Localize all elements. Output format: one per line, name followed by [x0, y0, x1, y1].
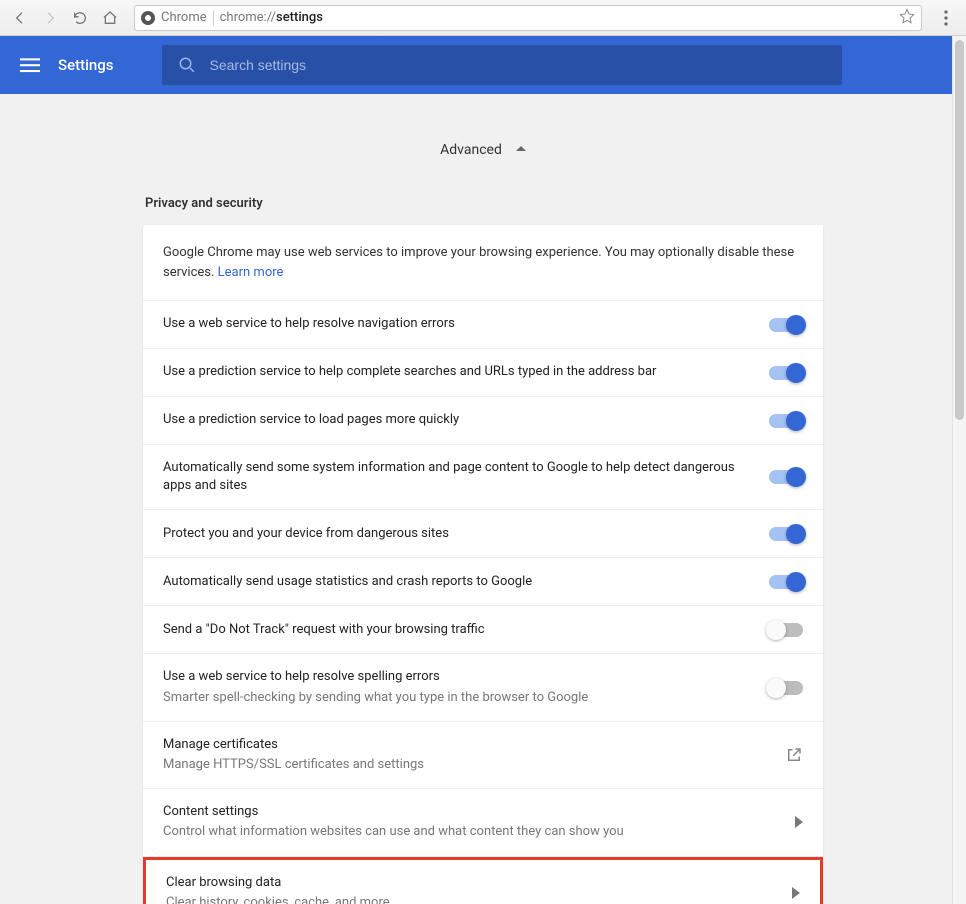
privacy-card: Google Chrome may use web services to im… — [143, 225, 823, 904]
settings-row[interactable]: Content settings Control what information… — [143, 789, 823, 856]
row-title: Manage certificates — [163, 736, 773, 754]
settings-row: Use a web service to help resolve spelli… — [143, 654, 823, 721]
toggle-switch[interactable] — [769, 527, 803, 541]
settings-row[interactable]: Manage certificates Manage HTTPS/SSL cert… — [143, 722, 823, 789]
search-settings-input[interactable] — [210, 57, 826, 73]
scrollbar[interactable] — [952, 36, 966, 904]
settings-row: Automatically send usage statistics and … — [143, 558, 823, 606]
settings-header: Settings — [0, 36, 966, 94]
row-text: Use a prediction service to help complet… — [163, 363, 757, 381]
row-title: Use a prediction service to help complet… — [163, 363, 757, 381]
toggle-switch[interactable] — [769, 681, 803, 695]
row-text: Automatically send usage statistics and … — [163, 573, 757, 591]
settings-row: Send a "Do Not Track" request with your … — [143, 606, 823, 654]
search-icon — [178, 56, 196, 74]
url-path: settings — [276, 10, 323, 25]
toggle-switch[interactable] — [769, 623, 803, 637]
privacy-intro: Google Chrome may use web services to im… — [143, 225, 823, 301]
omnibox-divider — [213, 10, 214, 26]
row-subtitle: Clear history, cookies, cache, and more — [166, 894, 780, 904]
section-title: Privacy and security — [143, 196, 823, 211]
advanced-toggle[interactable]: Advanced — [0, 142, 966, 158]
url-scheme-label: Chrome — [161, 10, 207, 25]
back-button[interactable] — [8, 6, 32, 30]
browser-menu-button[interactable] — [934, 6, 958, 30]
reload-button[interactable] — [68, 6, 92, 30]
settings-row: Use a web service to help resolve naviga… — [143, 301, 823, 349]
row-title: Protect you and your device from dangero… — [163, 525, 757, 543]
row-subtitle: Manage HTTPS/SSL certificates and settin… — [163, 756, 773, 774]
toggle-switch[interactable] — [769, 318, 803, 332]
settings-row: Protect you and your device from dangero… — [143, 510, 823, 558]
menu-button[interactable] — [20, 55, 40, 75]
forward-button[interactable] — [38, 6, 62, 30]
home-button[interactable] — [98, 6, 122, 30]
row-title: Use a web service to help resolve naviga… — [163, 315, 757, 333]
browser-toolbar: Chrome chrome://settings — [0, 0, 966, 36]
bookmark-star-icon[interactable] — [899, 8, 915, 28]
chevron-right-icon — [792, 887, 800, 899]
settings-row: Automatically send some system informati… — [143, 445, 823, 510]
row-title: Automatically send some system informati… — [163, 459, 757, 495]
row-text: Protect you and your device from dangero… — [163, 525, 757, 543]
settings-content: Advanced Privacy and security Google Chr… — [0, 94, 966, 904]
toggle-switch[interactable] — [769, 366, 803, 380]
row-text: Use a web service to help resolve spelli… — [163, 668, 757, 706]
advanced-label: Advanced — [440, 142, 502, 158]
row-text: Content settings Control what information… — [163, 803, 783, 841]
toggle-switch[interactable] — [769, 414, 803, 428]
search-settings-box[interactable] — [162, 45, 842, 85]
row-title: Automatically send usage statistics and … — [163, 573, 757, 591]
row-title: Use a prediction service to load pages m… — [163, 411, 757, 429]
row-text: Automatically send some system informati… — [163, 459, 757, 495]
settings-row[interactable]: Clear browsing data Clear history, cookie… — [143, 857, 823, 904]
row-title: Content settings — [163, 803, 783, 821]
row-subtitle: Control what information websites can us… — [163, 823, 783, 841]
row-text: Manage certificates Manage HTTPS/SSL cert… — [163, 736, 773, 774]
learn-more-link[interactable]: Learn more — [218, 265, 284, 280]
settings-row: Use a prediction service to load pages m… — [143, 397, 823, 445]
row-text: Use a web service to help resolve naviga… — [163, 315, 757, 333]
toggle-switch[interactable] — [769, 575, 803, 589]
settings-row: Use a prediction service to help complet… — [143, 349, 823, 397]
privacy-section: Privacy and security Google Chrome may u… — [143, 196, 823, 904]
page-title: Settings — [58, 56, 114, 74]
site-info-icon[interactable] — [141, 11, 155, 25]
row-text: Use a prediction service to load pages m… — [163, 411, 757, 429]
row-title: Use a web service to help resolve spelli… — [163, 668, 757, 686]
row-text: Clear browsing data Clear history, cookie… — [166, 874, 780, 904]
url-scheme: chrome:// — [220, 10, 276, 25]
scrollbar-thumb[interactable] — [955, 40, 964, 420]
chevron-right-icon — [795, 816, 803, 828]
row-title: Clear browsing data — [166, 874, 780, 892]
row-title: Send a "Do Not Track" request with your … — [163, 621, 757, 639]
row-subtitle: Smarter spell-checking by sending what y… — [163, 689, 757, 707]
external-link-icon[interactable] — [785, 746, 803, 764]
address-bar[interactable]: Chrome chrome://settings — [134, 5, 922, 31]
caret-up-icon — [516, 142, 526, 158]
toggle-switch[interactable] — [769, 470, 803, 484]
row-text: Send a "Do Not Track" request with your … — [163, 621, 757, 639]
